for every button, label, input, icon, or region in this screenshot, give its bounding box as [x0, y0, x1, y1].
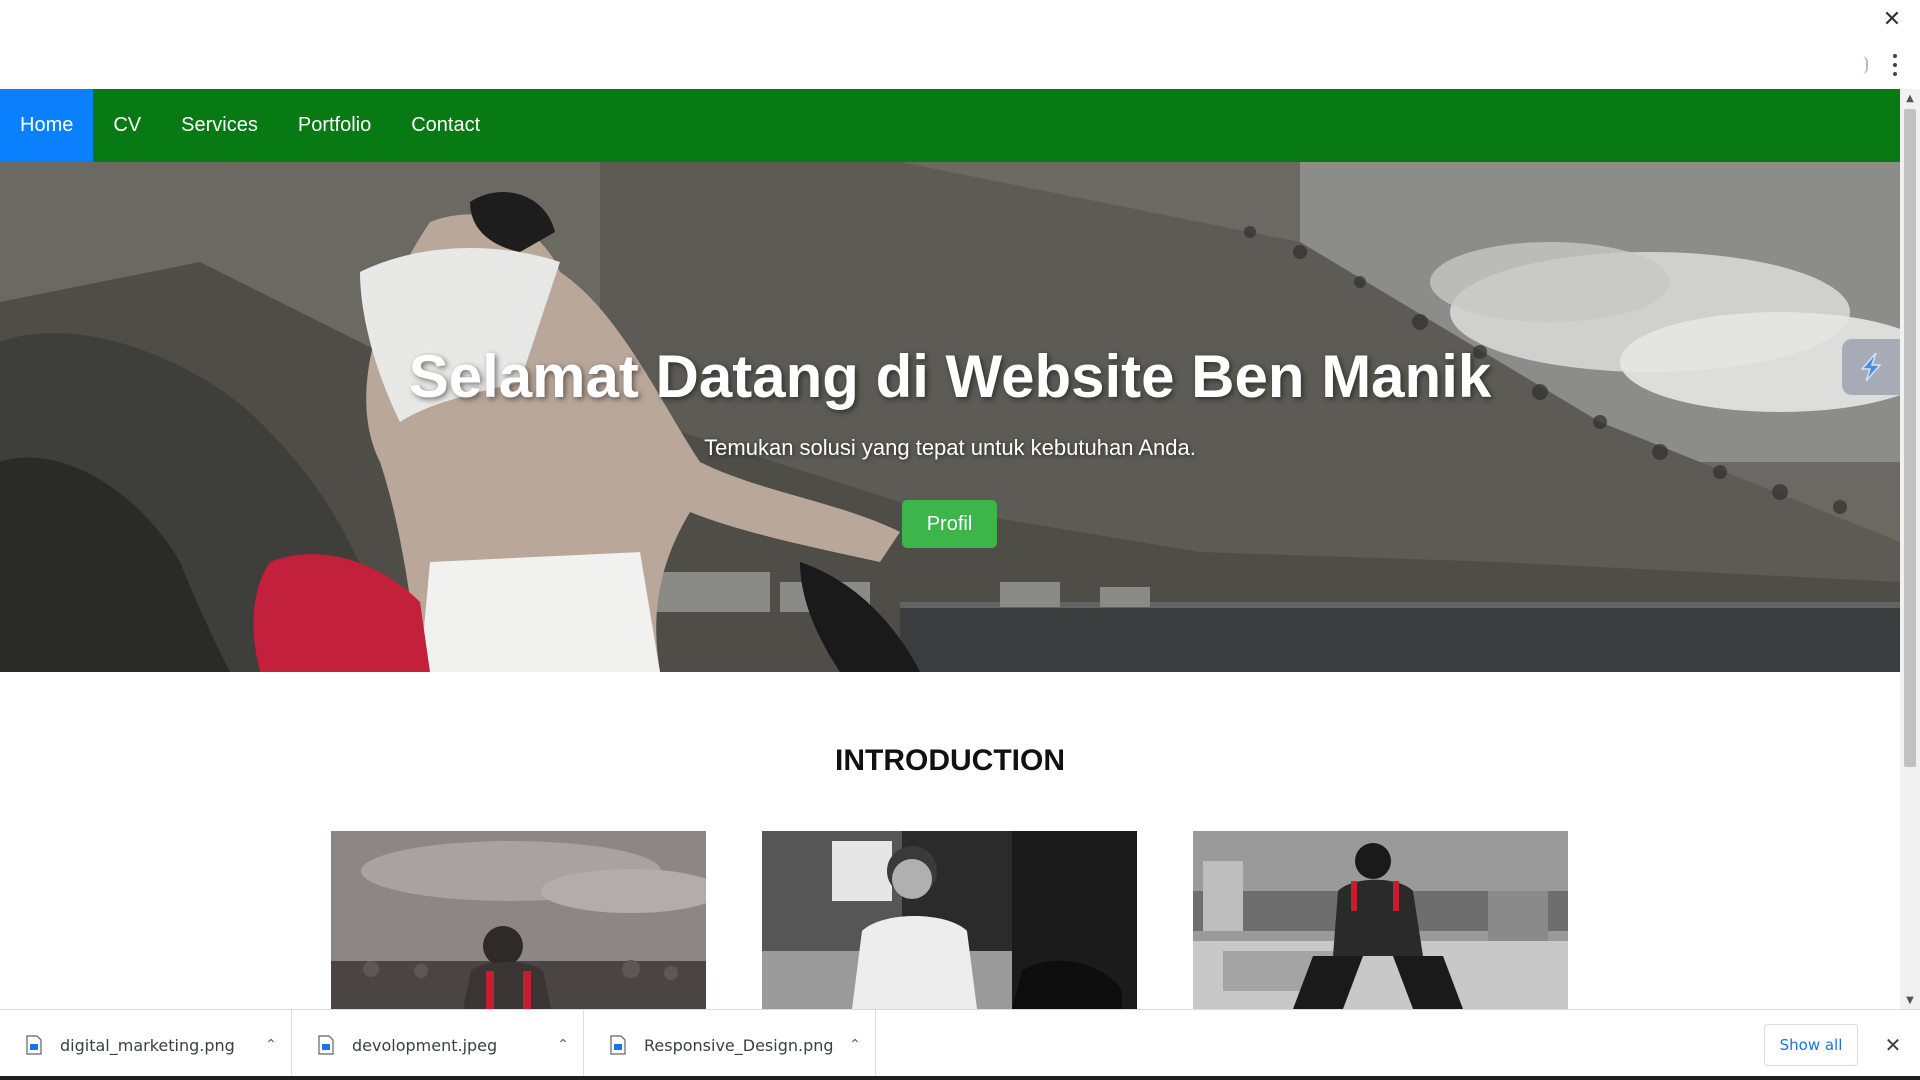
chevron-up-icon[interactable]: ⌃ [251, 1037, 291, 1053]
download-filename: devolopment.jpeg [352, 1035, 498, 1055]
chevron-up-icon[interactable]: ⌃ [835, 1037, 875, 1053]
download-item[interactable]: Responsive_Design.png ⌃ [584, 1009, 876, 1080]
page-scrollbar[interactable]: ▲ ▼ [1900, 89, 1920, 1009]
close-icon[interactable]: ✕ [1878, 1030, 1908, 1060]
nav-item-contact[interactable]: Contact [391, 89, 500, 162]
image-file-icon [318, 1035, 334, 1055]
scroll-up-arrow-icon[interactable]: ▲ [1900, 89, 1920, 107]
intro-card-image-3 [1193, 831, 1568, 1009]
hero-background-image [0, 162, 1900, 672]
close-icon[interactable]: ✕ [1874, 2, 1910, 36]
download-filename: Responsive_Design.png [644, 1035, 834, 1055]
browser-window: ✕ Home CV Services Portfolio Contact Sel… [0, 0, 1920, 1080]
nav-item-services[interactable]: Services [161, 89, 278, 162]
intro-card-image-1 [331, 831, 706, 1009]
extension-widget[interactable] [1842, 339, 1900, 395]
download-item[interactable]: digital_marketing.png ⌃ [0, 1009, 292, 1080]
main-navbar: Home CV Services Portfolio Contact [0, 89, 1900, 162]
scroll-down-arrow-icon[interactable]: ▼ [1900, 991, 1920, 1009]
hero-title: Selamat Datang di Website Ben Manik [408, 343, 1492, 410]
browser-toolbar: ✕ [0, 0, 1920, 89]
image-file-icon [610, 1035, 626, 1055]
introduction-heading: INTRODUCTION [835, 744, 1065, 777]
hero-subtitle: Temukan solusi yang tepat untuk kebutuha… [704, 435, 1196, 460]
nav-item-cv[interactable]: CV [93, 89, 161, 162]
page-viewport: Home CV Services Portfolio Contact Selam… [0, 89, 1900, 1009]
nav-item-portfolio[interactable]: Portfolio [278, 89, 391, 162]
nav-item-home[interactable]: Home [0, 89, 94, 162]
side-panel-edge [1862, 56, 1868, 74]
chevron-up-icon[interactable]: ⌃ [543, 1037, 583, 1053]
kebab-menu-icon[interactable] [1890, 52, 1900, 78]
taskbar-edge [0, 1076, 1920, 1080]
download-item[interactable]: devolopment.jpeg ⌃ [292, 1009, 584, 1080]
scrollbar-thumb[interactable] [1904, 109, 1916, 767]
download-filename: digital_marketing.png [60, 1035, 235, 1055]
downloads-bar: digital_marketing.png ⌃ devolopment.jpeg… [0, 1009, 1920, 1080]
intro-card-image-2 [762, 831, 1137, 1009]
hero-banner: Selamat Datang di Website Ben Manik Temu… [0, 162, 1900, 672]
show-all-button[interactable]: Show all [1764, 1024, 1858, 1066]
profil-button[interactable]: Profil [902, 500, 997, 548]
lightning-icon [1860, 352, 1882, 382]
image-file-icon [26, 1035, 42, 1055]
